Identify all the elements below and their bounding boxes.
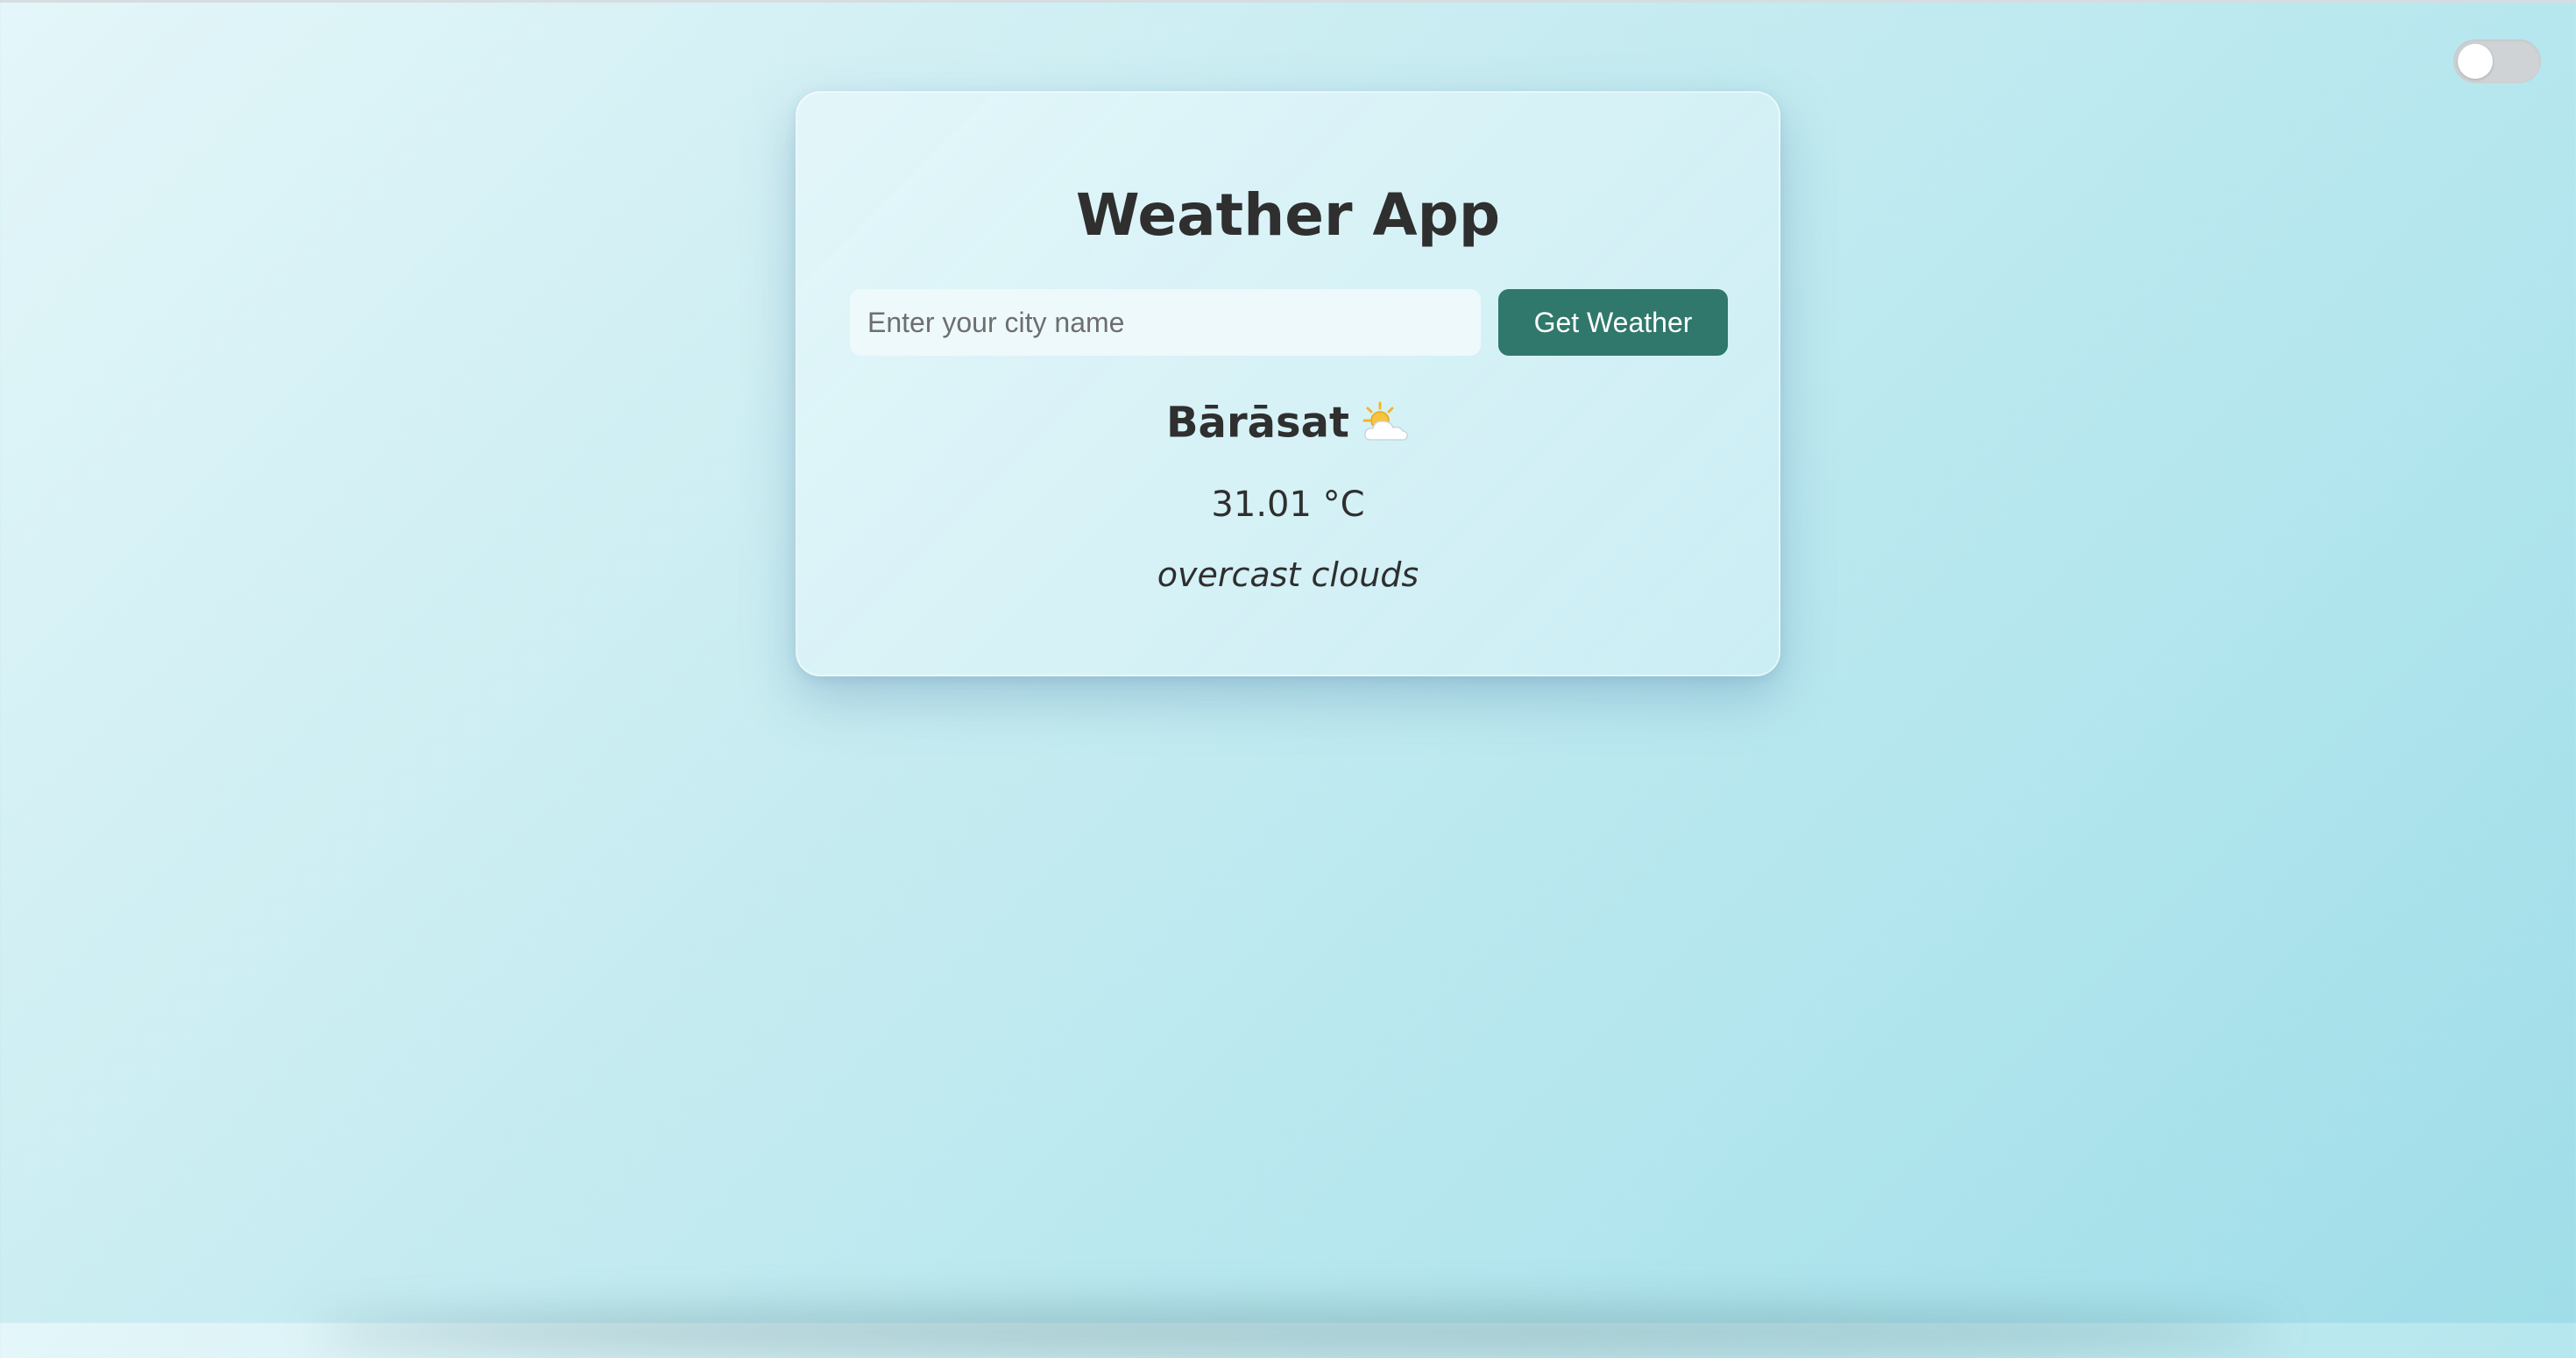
city-search-input[interactable]	[850, 289, 1481, 356]
bottom-shadow	[315, 1305, 2278, 1358]
weather-card: Weather App Get Weather Bārāsat 31.01 °C…	[796, 91, 1780, 676]
window-top-edge	[0, 0, 2576, 3]
temperature-value: 31.01 °C	[1211, 484, 1365, 525]
city-heading: Bārāsat	[797, 387, 1779, 458]
theme-toggle[interactable]	[2453, 39, 2541, 83]
city-name: Bārāsat	[1165, 398, 1349, 448]
get-weather-button[interactable]: Get Weather	[1498, 289, 1728, 356]
weather-description: overcast clouds	[1157, 555, 1419, 594]
sun-behind-cloud-icon	[1362, 401, 1410, 445]
toggle-knob	[2458, 44, 2493, 79]
search-row: Get Weather	[850, 289, 1728, 356]
page-title: Weather App	[1075, 181, 1501, 249]
